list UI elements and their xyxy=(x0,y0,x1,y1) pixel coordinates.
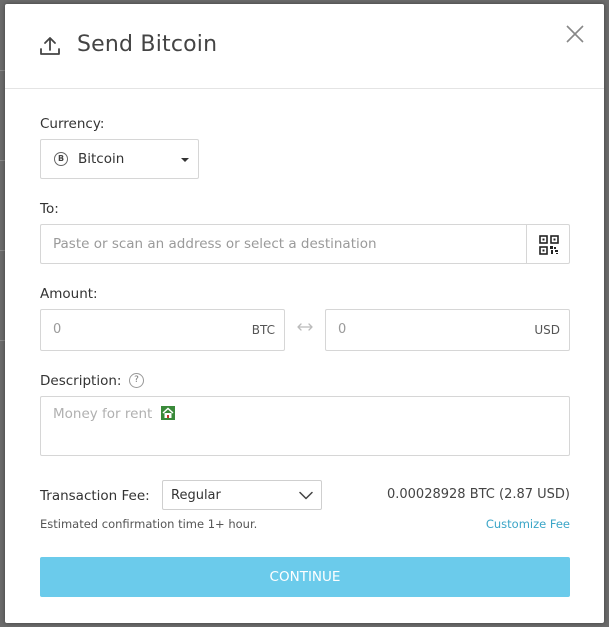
destination-placeholder: Paste or scan an address or select a des… xyxy=(53,236,377,252)
usd-amount-value: 0 xyxy=(338,322,347,337)
btc-unit-label: BTC xyxy=(251,323,275,337)
btc-amount-input[interactable]: 0 BTC xyxy=(40,309,285,351)
transaction-fee-label: Transaction Fee: xyxy=(40,488,150,504)
close-icon[interactable] xyxy=(565,24,585,44)
qr-code-icon xyxy=(539,235,559,255)
currency-selected-value: Bitcoin xyxy=(78,151,125,167)
destination-address-input[interactable]: Paste or scan an address or select a des… xyxy=(40,224,527,264)
modal-title: Send Bitcoin xyxy=(77,32,218,57)
usd-amount-input[interactable]: 0 USD xyxy=(325,309,570,351)
fee-priority-select[interactable]: Regular xyxy=(162,480,322,510)
chevron-down-icon xyxy=(299,491,313,500)
to-label: To: xyxy=(40,201,59,217)
modal-header: Send Bitcoin xyxy=(5,4,604,89)
caret-down-icon xyxy=(181,158,189,162)
swap-arrows-icon xyxy=(297,323,313,331)
scan-qr-button[interactable] xyxy=(526,224,570,264)
description-textarea[interactable]: Money for rent xyxy=(40,396,570,456)
description-label: Description: xyxy=(40,373,122,389)
upload-icon xyxy=(40,37,60,55)
description-placeholder: Money for rent xyxy=(53,406,153,422)
currency-label: Currency: xyxy=(40,116,105,132)
help-icon[interactable]: ? xyxy=(129,373,144,388)
fee-selected-value: Regular xyxy=(171,488,221,503)
confirmation-time-text: Estimated confirmation time 1+ hour. xyxy=(40,517,258,531)
amount-label: Amount: xyxy=(40,286,98,302)
currency-select[interactable]: B Bitcoin xyxy=(40,139,199,179)
bitcoin-icon: B xyxy=(54,152,68,166)
usd-unit-label: USD xyxy=(534,323,560,337)
fee-amount: 0.00028928 BTC (2.87 USD) xyxy=(386,487,570,502)
continue-button[interactable]: CONTINUE xyxy=(40,557,570,597)
send-modal: Send Bitcoin Currency: B Bitcoin To: Pas… xyxy=(5,4,604,623)
customize-fee-link[interactable]: Customize Fee xyxy=(486,517,570,531)
house-emoji-icon xyxy=(161,406,175,420)
btc-amount-value: 0 xyxy=(53,322,62,337)
